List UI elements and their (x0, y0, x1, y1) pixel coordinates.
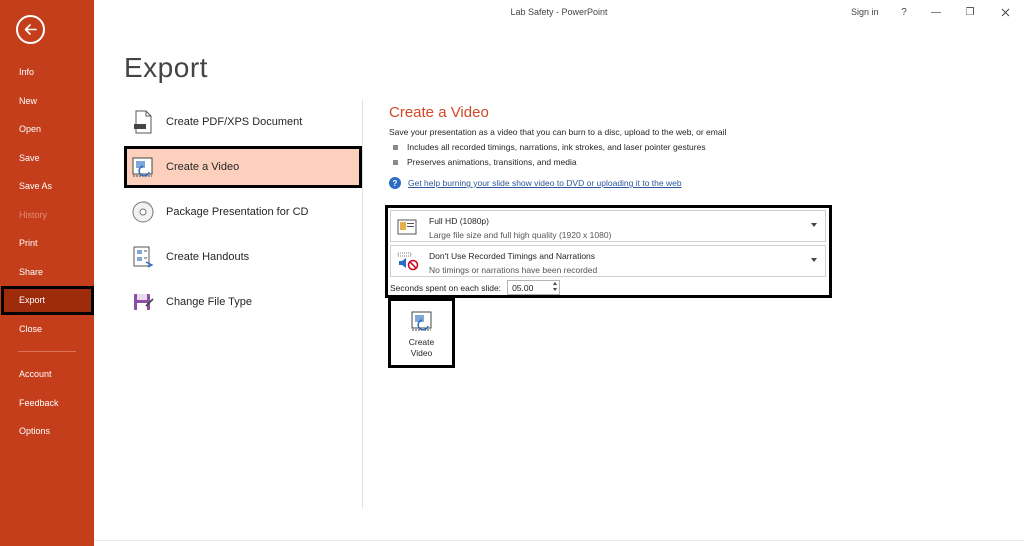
create-video-label-line1: Create (408, 337, 435, 347)
file-type-icon (130, 289, 156, 315)
quality-title: Full HD (1080p) (429, 216, 489, 226)
timings-subtitle: No timings or narrations have been recor… (429, 265, 598, 275)
backstage-sidebar: Info New Open Save Save As History Print… (0, 0, 94, 546)
nav-item-export[interactable]: Export (1, 286, 94, 315)
detail-title: Create a Video (389, 104, 489, 121)
help-link-row: ? Get help burning your slide show video… (389, 177, 682, 189)
close-icon (1001, 8, 1009, 16)
no-narration-icon (397, 252, 419, 272)
handouts-icon (130, 244, 156, 270)
restore-button[interactable]: ❐ (960, 4, 980, 20)
create-video-label: Create Video (397, 337, 447, 359)
window-title: Lab Safety - PowerPoint (510, 7, 608, 17)
nav-item-info[interactable]: Info (0, 58, 94, 87)
create-video-button[interactable]: Create Video (388, 298, 455, 368)
page-title: Export (124, 52, 208, 83)
bullet-square-icon (393, 144, 398, 150)
backstage-nav: Info New Open Save Save As History Print… (0, 58, 94, 446)
stepper-arrows[interactable] (553, 282, 558, 291)
nav-item-feedback[interactable]: Feedback (0, 389, 94, 418)
bullet-text: Preserves animations, transitions, and m… (407, 157, 577, 167)
help-link[interactable]: Get help burning your slide show video t… (408, 178, 682, 188)
timings-dropdown[interactable]: Don't Use Recorded Timings and Narration… (390, 245, 826, 277)
feature-bullet: Preserves animations, transitions, and m… (393, 157, 577, 167)
nav-item-account[interactable]: Account (0, 360, 94, 389)
cd-icon (130, 199, 156, 225)
nav-item-save[interactable]: Save (0, 144, 94, 173)
option-label: Change File Type (166, 296, 253, 308)
feature-bullet: Includes all recorded timings, narration… (393, 142, 706, 152)
seconds-stepper[interactable] (507, 280, 561, 295)
option-label: Create a Video (166, 161, 240, 173)
minimize-button[interactable]: — (926, 4, 946, 20)
panel-divider (362, 100, 363, 508)
detail-description: Save your presentation as a video that y… (389, 127, 727, 137)
nav-item-open[interactable]: Open (0, 115, 94, 144)
nav-item-save-as[interactable]: Save As (0, 172, 94, 201)
help-question-icon: ? (389, 177, 401, 189)
seconds-label: Seconds spent on each slide: (390, 282, 502, 293)
video-settings-group: Full HD (1080p) Large file size and full… (385, 205, 832, 298)
timings-title: Don't Use Recorded Timings and Narration… (429, 251, 596, 261)
option-package-cd[interactable]: Package Presentation for CD (124, 191, 362, 233)
chevron-up-icon[interactable] (553, 282, 558, 285)
bullet-text: Includes all recorded timings, narration… (407, 142, 706, 152)
title-bar: Lab Safety - PowerPoint (94, 0, 1024, 26)
chevron-down-icon[interactable] (553, 288, 558, 291)
nav-item-new[interactable]: New (0, 87, 94, 116)
create-video-label-line2: Video (410, 348, 433, 358)
bottom-border (94, 540, 1024, 541)
sign-in-link[interactable]: Sign in (851, 7, 879, 17)
pdf-document-icon (130, 109, 156, 135)
option-create-pdf-xps[interactable]: Create PDF/XPS Document (124, 101, 362, 143)
option-create-handouts[interactable]: Create Handouts (124, 236, 362, 278)
quality-subtitle: Large file size and full high quality (1… (429, 230, 612, 240)
nav-item-close[interactable]: Close (0, 315, 94, 344)
nav-item-history: History (19, 209, 48, 220)
back-button[interactable] (16, 15, 45, 44)
chevron-down-icon (811, 223, 817, 227)
video-icon (130, 154, 156, 180)
option-label: Create Handouts (166, 251, 250, 263)
option-label: Create PDF/XPS Document (166, 116, 303, 128)
help-button[interactable]: ? (894, 4, 914, 20)
bullet-square-icon (393, 159, 398, 165)
seconds-row: Seconds spent on each slide: (390, 280, 561, 295)
nav-item-share[interactable]: Share (0, 258, 94, 287)
nav-item-print[interactable]: Print (0, 229, 94, 258)
video-icon (410, 309, 434, 333)
seconds-input[interactable] (508, 281, 549, 294)
back-arrow-icon (24, 24, 37, 35)
chevron-down-icon (811, 258, 817, 262)
presentation-quality-icon (397, 217, 417, 237)
option-create-video[interactable]: Create a Video (124, 146, 362, 188)
close-window-button[interactable] (995, 4, 1015, 20)
option-change-file-type[interactable]: Change File Type (124, 281, 362, 323)
nav-separator (18, 351, 76, 352)
quality-dropdown[interactable]: Full HD (1080p) Large file size and full… (390, 210, 826, 242)
option-label: Package Presentation for CD (166, 206, 309, 218)
nav-item-options[interactable]: Options (0, 417, 94, 446)
